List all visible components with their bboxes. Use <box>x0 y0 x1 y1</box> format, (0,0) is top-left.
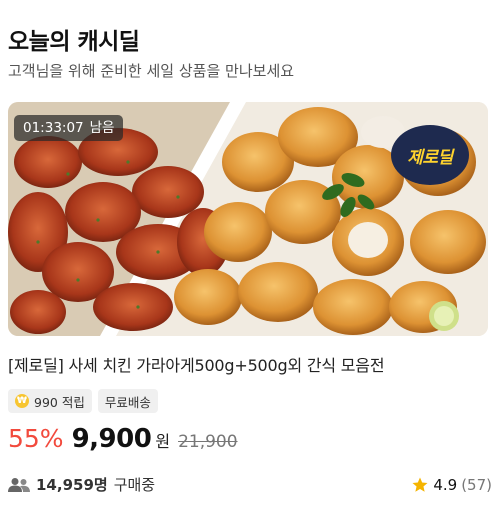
deal-timer: 01:33:07 남음 <box>14 115 124 141</box>
star-icon <box>412 477 428 492</box>
people-icon <box>8 477 30 492</box>
currency-unit: 원 <box>155 432 171 451</box>
sale-price: 9,900 <box>71 424 152 454</box>
buyers-suffix: 구매중 <box>113 476 156 494</box>
review-count: (57) <box>461 475 492 494</box>
rating-score: 4.9 <box>433 475 458 494</box>
points-label: 990 적립 <box>34 394 85 410</box>
points-badge: ₩ 990 적립 <box>8 389 92 413</box>
buyers-info: 14,959명 구매중 <box>8 474 155 495</box>
brand-logo-text: 제로딜 <box>407 147 453 168</box>
buyers-count: 14,959명 <box>36 476 108 494</box>
original-price: 21,900 <box>178 432 238 452</box>
stats-row: 14,959명 구매중 4.9 (57) <box>8 474 492 495</box>
product-title[interactable]: [제로딜] 사세 치킨 가라아게500g+500g외 간식 모음전 <box>8 352 385 376</box>
section-title: 오늘의 캐시딜 <box>8 29 140 55</box>
product-badges: ₩ 990 적립 무료배송 <box>8 389 158 413</box>
rating-info: 4.9 (57) <box>411 476 492 494</box>
free-shipping-badge: 무료배송 <box>97 389 158 413</box>
coin-icon: ₩ <box>15 394 29 408</box>
timer-value: 01:33:07 <box>23 120 84 136</box>
discount-rate: 55% <box>8 424 64 453</box>
price-row: 55% 9,900 원 21,900 <box>8 424 238 454</box>
shipping-label: 무료배송 <box>104 394 151 410</box>
timer-suffix: 남음 <box>89 120 115 136</box>
section-subtitle: 고객님을 위해 준비한 세일 상품을 만나보세요 <box>8 62 295 80</box>
brand-logo: 제로딜 <box>391 125 469 185</box>
